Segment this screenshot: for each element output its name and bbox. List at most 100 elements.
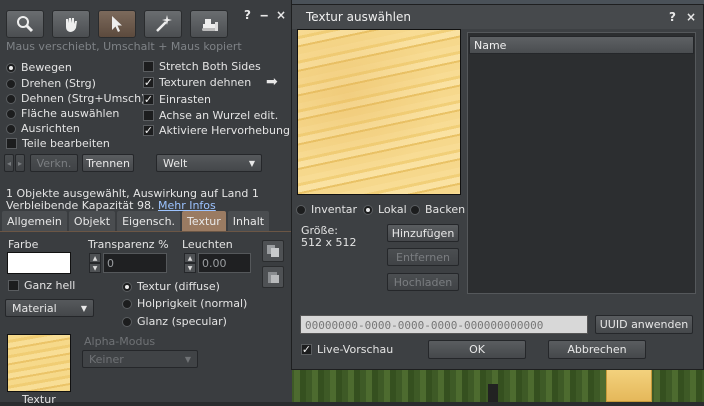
world-object-post [488,384,498,402]
tab-texture[interactable]: Textur [182,211,226,231]
radio-dot [363,204,373,215]
source-bake-radio[interactable]: Backen [410,203,465,216]
transparency-input[interactable]: 0 [103,253,167,273]
picker-close-button[interactable]: × [686,10,696,24]
checkbox-box [6,138,17,149]
color-swatch[interactable] [7,252,71,274]
stretch-textures-checkbox[interactable]: ✓ Texturen dehnen [143,76,251,89]
radio-dot [6,108,16,119]
world-object-textured-block[interactable] [606,368,652,402]
land-tool-button[interactable] [190,10,228,38]
glow-label: Leuchten [182,238,233,251]
radio-dot [410,204,420,215]
apply-uuid-button[interactable]: UUID anwenden [595,315,693,334]
mode-align-radio[interactable]: Ausrichten [6,122,80,135]
stretch-both-sides-checkbox[interactable]: Stretch Both Sides [143,60,261,73]
color-label: Farbe [8,238,39,251]
mode-move-radio[interactable]: Bewegen [6,61,72,74]
checkmark-icon: ✓ [143,124,154,137]
edit-axis-at-root-checkbox[interactable]: Achse an Wurzel edit. [143,109,278,122]
unlink-button[interactable]: Trennen [82,154,134,172]
copy-icon [267,245,279,257]
magic-wand-icon [156,15,172,32]
transparency-label: Transparenz % [88,238,169,251]
add-local-button[interactable]: Hinzufügen [387,224,459,242]
spin-up-icon[interactable]: ▲ [89,253,101,263]
source-inventory-radio[interactable]: Inventar [296,203,357,216]
tab-content[interactable]: Inhalt [227,211,270,231]
map-diffuse-radio[interactable]: Textur (diffuse) [122,280,220,293]
uuid-input[interactable]: 00000000-0000-0000-0000-000000000000 [300,315,588,334]
checkmark-icon: ✓ [301,343,312,356]
alpha-mode-label: Alpha-Modus [84,335,156,348]
tab-object[interactable]: Objekt [68,211,116,231]
enable-highlight-checkbox[interactable]: ✓ Aktiviere Hervorhebung [143,124,290,137]
mode-stretch-radio[interactable]: Dehnen (Strg+Umsch) [6,92,145,105]
build-tabs: Allgemein Objekt Eigensch. Textur Inhalt [2,211,290,231]
edit-linked-parts-checkbox[interactable]: Teile bearbeiten [6,137,110,150]
texture-list[interactable]: Name [467,32,696,294]
edit-tool-button[interactable] [98,10,136,38]
paste-params-button[interactable] [262,266,284,288]
texture-thumbnail[interactable] [7,334,71,392]
transparency-spinner[interactable]: ▲ ▼ [89,253,101,273]
map-specular-radio[interactable]: Glanz (specular) [122,315,227,328]
radio-dot [6,78,16,89]
paste-icon [268,272,279,283]
remove-local-button[interactable]: Entfernen [387,248,459,266]
build-close-button[interactable]: × [276,8,286,22]
spin-up-icon[interactable]: ▲ [184,253,196,263]
ruler-mode-dropdown[interactable]: Welt ▼ [156,154,262,172]
size-value: 512 x 512 [301,236,357,249]
pointer-icon [112,16,122,32]
tab-general[interactable]: Allgemein [2,211,67,231]
radio-dot [122,316,132,327]
focus-tool-button[interactable] [6,10,44,38]
upload-local-button[interactable]: Hochladen [387,273,459,291]
grab-tool-button[interactable] [52,10,90,38]
map-normal-radio[interactable]: Holprigkeit (normal) [122,297,247,310]
spin-down-icon[interactable]: ▼ [184,263,196,273]
chevron-down-icon: ▼ [184,354,191,364]
spin-down-icon[interactable]: ▼ [89,263,101,273]
picker-title: Textur auswählen [306,10,411,24]
list-header-name[interactable]: Name [469,36,694,54]
cancel-button[interactable]: Abbrechen [548,340,646,359]
magnifier-icon [17,16,34,33]
copy-params-button[interactable] [262,240,284,262]
radio-dot [6,93,16,104]
picker-title-bar[interactable]: Textur auswählen [292,5,703,29]
build-floater: ? ‒ × Maus verschiebt, Umschalt + Maus k… [0,0,292,406]
snap-checkbox[interactable]: ✓ Einrasten [143,93,211,106]
next-link-button[interactable]: ▸ [15,154,25,172]
arrow-left-icon: ◂ [6,158,11,168]
radio-dot [6,62,16,73]
radio-dot [122,298,132,309]
glow-spinner[interactable]: ▲ ▼ [184,253,196,273]
alpha-mode-dropdown[interactable]: Keiner ▼ [82,350,198,368]
build-minimize-button[interactable]: ‒ [260,8,268,22]
tool-hint: Maus verschiebt, Umschalt + Maus kopiert [6,40,242,53]
glow-input[interactable]: 0.00 [198,253,251,273]
mode-rotate-radio[interactable]: Drehen (Strg) [6,77,96,90]
mode-select-face-radio[interactable]: Fläche auswählen [6,107,119,120]
create-tool-button[interactable] [144,10,182,38]
arrow-right-icon[interactable]: ➡ [266,74,278,90]
checkbox-box [8,280,19,291]
radio-dot [296,204,306,215]
checkmark-icon: ✓ [143,76,154,89]
link-button[interactable]: Verkn. [30,154,78,172]
ok-button[interactable]: OK [428,340,526,359]
live-preview-checkbox[interactable]: ✓ Live-Vorschau [301,343,393,356]
picker-help-button[interactable]: ? [669,10,676,24]
source-local-radio[interactable]: Lokal [363,203,407,216]
build-help-button[interactable]: ? [244,8,251,22]
chevron-down-icon: ▼ [80,303,87,313]
prev-link-button[interactable]: ◂ [4,154,14,172]
material-dropdown[interactable]: Material ▼ [5,299,94,317]
radio-dot [122,281,132,292]
bulldozer-icon [202,19,218,31]
arrow-right-small-icon: ▸ [17,158,22,168]
tab-features[interactable]: Eigensch. [117,211,181,231]
fullbright-checkbox[interactable]: Ganz hell [8,279,75,292]
